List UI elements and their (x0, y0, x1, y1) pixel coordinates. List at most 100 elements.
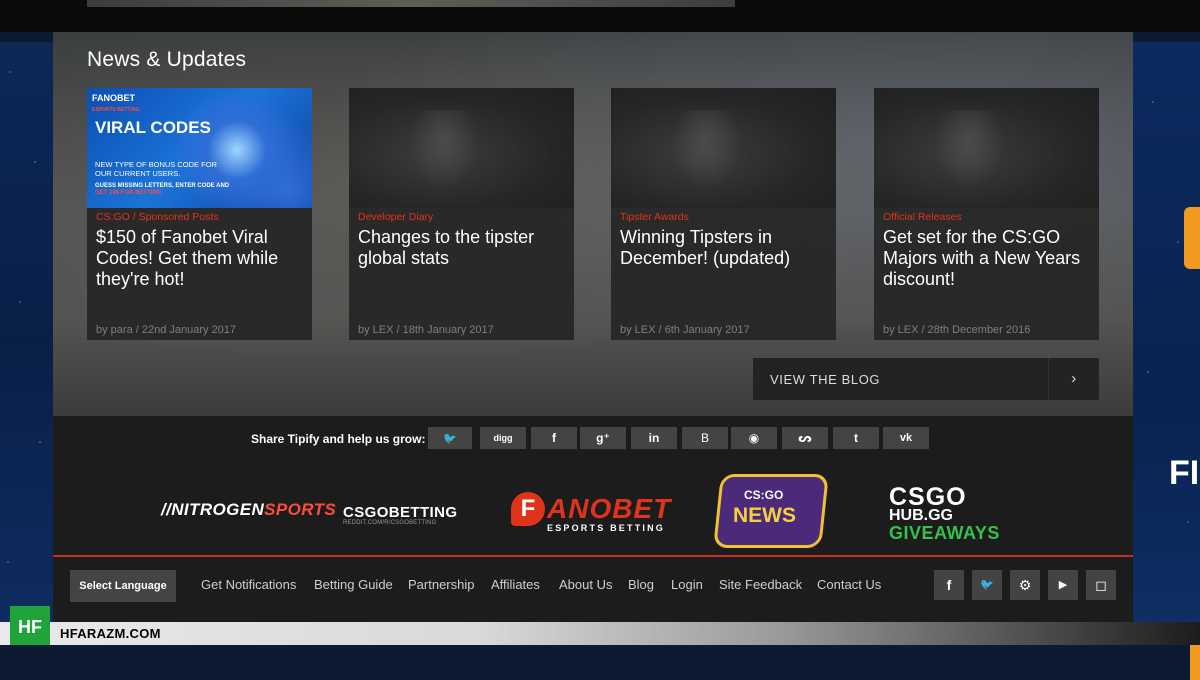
nav-betting-guide[interactable]: Betting Guide (314, 577, 393, 592)
nitrogensports-logo[interactable]: //NITROGENSPORTS (161, 500, 336, 520)
share-tumblr-button[interactable]: t (833, 427, 879, 449)
sports-logo-text: SPORTS (264, 500, 337, 519)
news-card[interactable]: Tipster Awards Winning Tipsters in Decem… (611, 88, 836, 340)
nav-login[interactable]: Login (671, 577, 703, 592)
nav-site-feedback[interactable]: Site Feedback (719, 577, 802, 592)
csgobetting-logo[interactable]: CSGOBETTING REDDIT.COM/R/CSGOBETTING (343, 504, 457, 526)
news-category[interactable]: Official Releases (883, 211, 962, 223)
steam-icon: ⚙ (1018, 577, 1032, 593)
soldier-silhouette (671, 110, 741, 190)
news-thumbnail[interactable] (611, 88, 836, 208)
twitch-icon: ◻ (1095, 577, 1107, 593)
google-plus-icon: g⁺ (596, 431, 610, 445)
csgobetting-logo-text: CSGOBETTING (343, 504, 458, 521)
thumb-subtext-2: GUESS MISSING LETTERS, ENTER CODE AND GE… (95, 183, 230, 196)
news-title[interactable]: Winning Tipsters in December! (updated) (620, 227, 825, 269)
news-heading: News & Updates (87, 48, 247, 71)
news-title[interactable]: $150 of Fanobet Viral Codes! Get them wh… (96, 227, 301, 290)
view-blog-button[interactable]: VIEW THE BLOG › (753, 358, 1099, 400)
share-stumbleupon-button[interactable]: ᔕ (782, 427, 828, 449)
nav-get-notifications[interactable]: Get Notifications (201, 577, 296, 592)
news-thumbnail[interactable]: FANOBET ESPORTS BETTING VIRAL CODES NEW T… (87, 88, 312, 208)
nav-blog[interactable]: Blog (628, 577, 654, 592)
share-facebook-button[interactable]: f (531, 427, 577, 449)
twitter-icon: 🐦 (980, 579, 994, 591)
news-meta: by LEX / 28th December 2016 (883, 324, 1031, 336)
facebook-icon: f (552, 431, 556, 445)
linkedin-icon: in (648, 431, 660, 445)
facebook-icon: f (946, 577, 952, 593)
side-ad-tab (1184, 207, 1200, 269)
news-category[interactable]: CS:GO / Sponsored Posts (96, 211, 219, 223)
blogger-icon: B (700, 431, 709, 445)
news-card[interactable]: Developer Diary Changes to the tipster g… (349, 88, 574, 340)
reddit-icon: ◉ (748, 431, 760, 445)
vk-icon: vk (899, 432, 913, 444)
footer-steam-button[interactable]: ⚙ (1010, 570, 1040, 600)
news-title[interactable]: Get set for the CS:GO Majors with a New … (883, 227, 1088, 290)
nitrogen-logo-text: //NITROGEN (161, 500, 265, 519)
csgonews-logo-text-top: CS:GO (744, 488, 784, 502)
news-meta: by para / 22nd January 2017 (96, 324, 237, 336)
news-meta: by LEX / 18th January 2017 (358, 324, 494, 336)
soldier-silhouette (409, 110, 479, 190)
csgonews-logo-text: NEWS (733, 504, 796, 527)
share-twitter-button[interactable]: 🐦 (428, 427, 472, 449)
nav-about-us[interactable]: About Us (559, 577, 612, 592)
nav-affiliates[interactable]: Affiliates (491, 577, 540, 592)
top-strip (0, 0, 1200, 32)
watermark-text: HFARAZM.COM (60, 626, 161, 641)
news-section: News & Updates FANOBET ESPORTS BETTING VI… (53, 32, 1133, 416)
left-background-panel (0, 42, 53, 645)
share-vk-button[interactable]: vk (883, 427, 929, 449)
share-google-plus-button[interactable]: g⁺ (580, 427, 626, 449)
share-label: Share Tipify and help us grow: (251, 432, 426, 446)
share-linkedin-button[interactable]: in (631, 427, 677, 449)
footer-facebook-button[interactable]: f (934, 570, 964, 600)
top-banner-image (87, 0, 735, 7)
news-thumbnail[interactable] (874, 88, 1099, 208)
csgohub-logo-tagline: GIVEAWAYS (889, 523, 1000, 543)
fanobet-wordmark: ANOBET (547, 493, 672, 524)
side-ad-tab-bottom (1190, 640, 1200, 680)
view-blog-label: VIEW THE BLOG (770, 372, 881, 387)
news-category[interactable]: Tipster Awards (620, 211, 689, 223)
footer: Share Tipify and help us grow: 🐦 digg f … (53, 416, 1133, 645)
news-card[interactable]: FANOBET ESPORTS BETTING VIRAL CODES NEW T… (87, 88, 312, 340)
youtube-icon: ▶ (1058, 579, 1068, 591)
thumb-subtext: NEW TYPE OF BONUS CODE FOR OUR CURRENT U… (95, 160, 217, 178)
stumbleupon-icon: ᔕ (798, 431, 812, 445)
news-category[interactable]: Developer Diary (358, 211, 433, 223)
digg-icon: digg (493, 433, 513, 443)
news-title[interactable]: Changes to the tipster global stats (358, 227, 563, 269)
csgohub-logo-text: CSGO (889, 483, 967, 511)
footer-twitter-button[interactable]: 🐦 (972, 570, 1002, 600)
news-thumbnail[interactable] (349, 88, 574, 208)
news-meta: by LEX / 6th January 2017 (620, 324, 750, 336)
side-ad-text: FI (1169, 454, 1200, 492)
thumb-headline: VIRAL CODES (95, 118, 211, 137)
footer-divider (53, 555, 1133, 557)
footer-twitch-button[interactable]: ◻ (1086, 570, 1116, 600)
share-digg-button[interactable]: digg (480, 427, 526, 449)
fanobet-tagline: ESPORTS BETTING (547, 523, 666, 533)
soldier-silhouette (934, 110, 1004, 190)
csgohub-logo-domain: HUB.GG (889, 507, 953, 524)
watermark-bar (0, 622, 1200, 645)
nav-contact-us[interactable]: Contact Us (817, 577, 881, 592)
fanobet-thumb-brand: FANOBET ESPORTS BETTING (92, 93, 140, 113)
csgohub-logo[interactable]: CSGO HUB.GG GIVEAWAYS (889, 483, 1000, 543)
select-language-button[interactable]: Select Language (70, 570, 176, 602)
news-card[interactable]: Official Releases Get set for the CS:GO … (874, 88, 1099, 340)
watermark-logo: HF (10, 606, 50, 645)
footer-youtube-button[interactable]: ▶ (1048, 570, 1078, 600)
nav-partnership[interactable]: Partnership (408, 577, 474, 592)
tumblr-icon: t (854, 431, 858, 445)
share-blogger-button[interactable]: B (682, 427, 728, 449)
twitter-icon: 🐦 (443, 433, 457, 445)
chevron-right-icon: › (1048, 358, 1099, 400)
csgonews-logo[interactable]: CS:GO NEWS (709, 470, 829, 548)
partner-logos: //NITROGENSPORTS CSGOBETTING REDDIT.COM/… (53, 464, 1133, 554)
fanobet-mark-icon: F (511, 492, 545, 526)
share-reddit-button[interactable]: ◉ (731, 427, 777, 449)
